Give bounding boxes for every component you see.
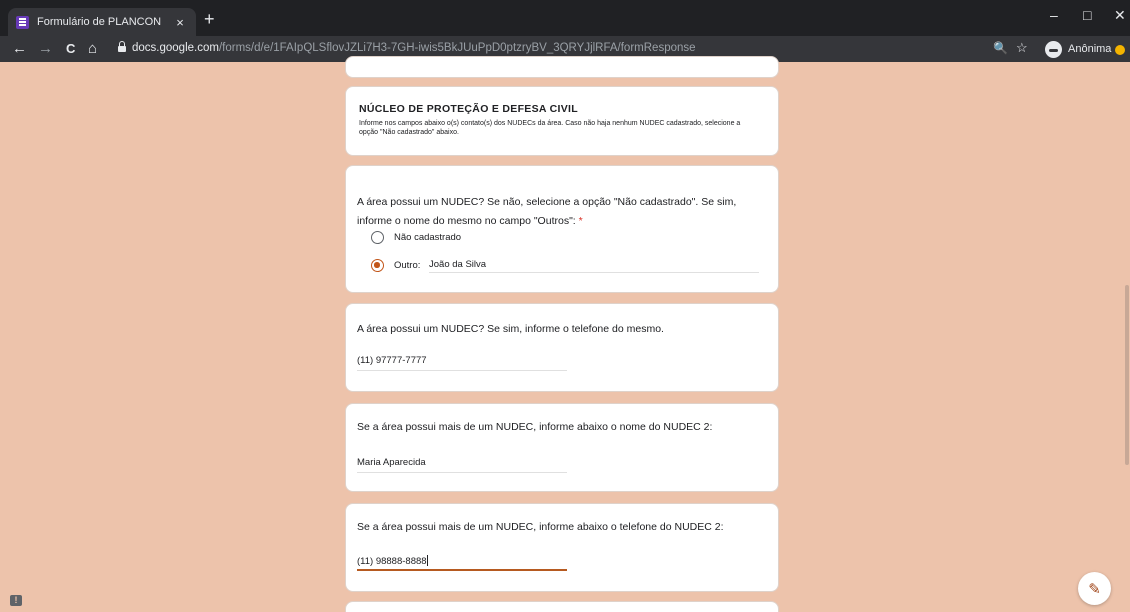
radio-other[interactable]: [371, 259, 384, 272]
browser-tab-strip: Formulário de PLANCON × + – □ ✕: [0, 0, 1130, 36]
reload-icon[interactable]: C: [66, 40, 75, 58]
question-card-nudec2-name: Se a área possui mais de um NUDEC, infor…: [345, 403, 779, 492]
incognito-profile-button[interactable]: Anônima: [1045, 40, 1111, 58]
question-card-nudec-phone: A área possui um NUDEC? Se sim, informe …: [345, 303, 779, 392]
home-icon[interactable]: ⌂: [88, 40, 97, 58]
browser-menu-update-icon[interactable]: [1115, 45, 1125, 55]
phone-answer-input[interactable]: (11) 97777-7777: [357, 355, 567, 371]
tab-title: Formulário de PLANCON: [37, 16, 162, 28]
minimize-icon[interactable]: –: [1050, 7, 1058, 23]
pencil-icon: ✎: [1088, 580, 1101, 598]
option-not-registered-label[interactable]: Não cadastrado: [394, 232, 461, 243]
section-title: NÚCLEO DE PROTEÇÃO E DEFESA CIVIL: [359, 103, 578, 115]
bookmark-star-icon[interactable]: ☆: [1016, 40, 1028, 56]
required-asterisk: *: [578, 215, 583, 227]
radio-not-registered[interactable]: [371, 231, 384, 244]
previous-question-card: [345, 56, 779, 78]
url-host: docs.google.com: [132, 42, 219, 54]
feedback-icon[interactable]: !: [10, 595, 22, 606]
incognito-icon: [1045, 40, 1062, 58]
zoom-icon[interactable]: 🔍: [993, 41, 1008, 55]
lock-icon[interactable]: [118, 41, 126, 53]
next-question-card: [345, 601, 779, 612]
back-arrow-icon[interactable]: ←: [12, 40, 27, 58]
question-title: Se a área possui mais de um NUDEC, infor…: [357, 421, 713, 433]
question-card-nudec-name: A área possui um NUDEC? Se não, selecion…: [345, 165, 779, 293]
edit-pencil-button[interactable]: ✎: [1078, 572, 1111, 605]
nudec2-phone-value: (11) 98888-8888: [357, 556, 427, 567]
forward-arrow-icon[interactable]: →: [38, 40, 53, 58]
question-card-nudec2-phone: Se a área possui mais de um NUDEC, infor…: [345, 503, 779, 592]
section-header-card: NÚCLEO DE PROTEÇÃO E DEFESA CIVIL Inform…: [345, 86, 779, 156]
nudec2-name-input[interactable]: Maria Aparecida: [357, 457, 567, 473]
question-title: A área possui um NUDEC? Se não, selecion…: [357, 193, 755, 231]
new-tab-button[interactable]: +: [204, 10, 215, 28]
text-caret: [426, 555, 428, 566]
nudec2-phone-input[interactable]: (11) 98888-8888: [357, 555, 567, 571]
section-description: Informe nos campos abaixo o(s) contato(s…: [359, 120, 741, 136]
scrollbar-thumb[interactable]: [1125, 285, 1129, 465]
tab-close-button[interactable]: ×: [172, 15, 188, 30]
close-window-icon[interactable]: ✕: [1114, 7, 1126, 24]
option-other-label[interactable]: Outro:: [394, 260, 420, 271]
browser-tab[interactable]: Formulário de PLANCON ×: [8, 8, 196, 36]
question-title: A área possui um NUDEC? Se sim, informe …: [357, 323, 664, 335]
address-bar[interactable]: docs.google.com/forms/d/e/1FAIpQLSflovJZ…: [132, 42, 696, 54]
forms-favicon-icon: [16, 15, 29, 29]
profile-label: Anônima: [1068, 43, 1112, 55]
other-text-input[interactable]: João da Silva: [429, 257, 759, 273]
question-title: Se a área possui mais de um NUDEC, infor…: [357, 521, 724, 533]
url-path: /forms/d/e/1FAIpQLSflovJZLi7H3-7GH-iwis5…: [218, 42, 696, 54]
question-title-text: A área possui um NUDEC? Se não, selecion…: [357, 196, 737, 227]
maximize-icon[interactable]: □: [1083, 7, 1091, 23]
